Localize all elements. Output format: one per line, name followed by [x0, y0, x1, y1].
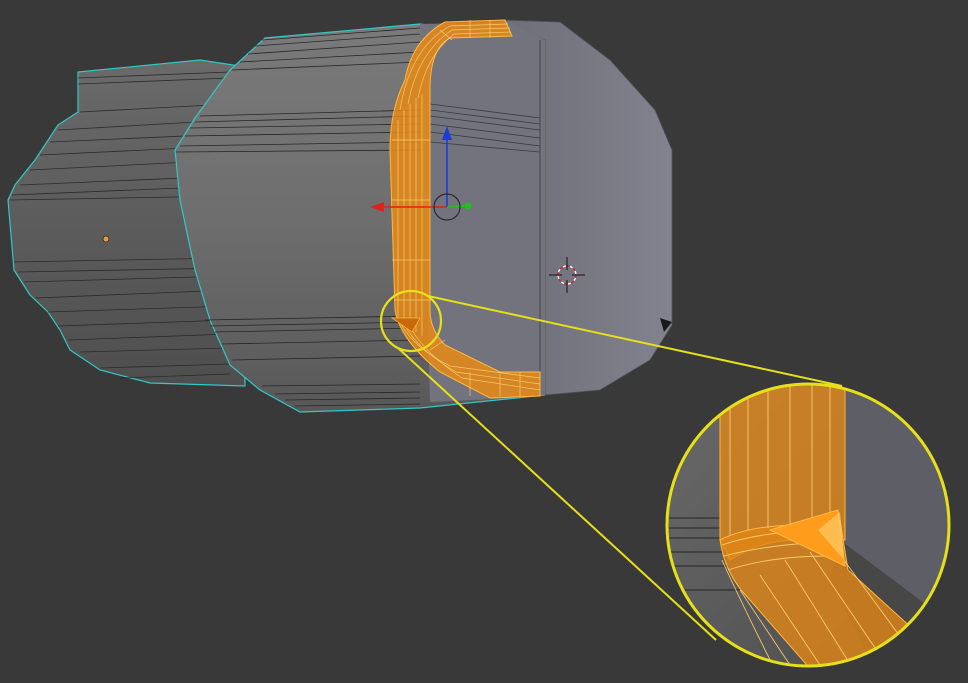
y-axis-end-icon[interactable] — [464, 202, 472, 210]
object-origin-dot[interactable] — [102, 235, 110, 243]
3d-viewport[interactable] — [0, 0, 968, 683]
viewport-canvas[interactable] — [0, 0, 968, 683]
y-axis-handle[interactable] — [446, 205, 467, 208]
